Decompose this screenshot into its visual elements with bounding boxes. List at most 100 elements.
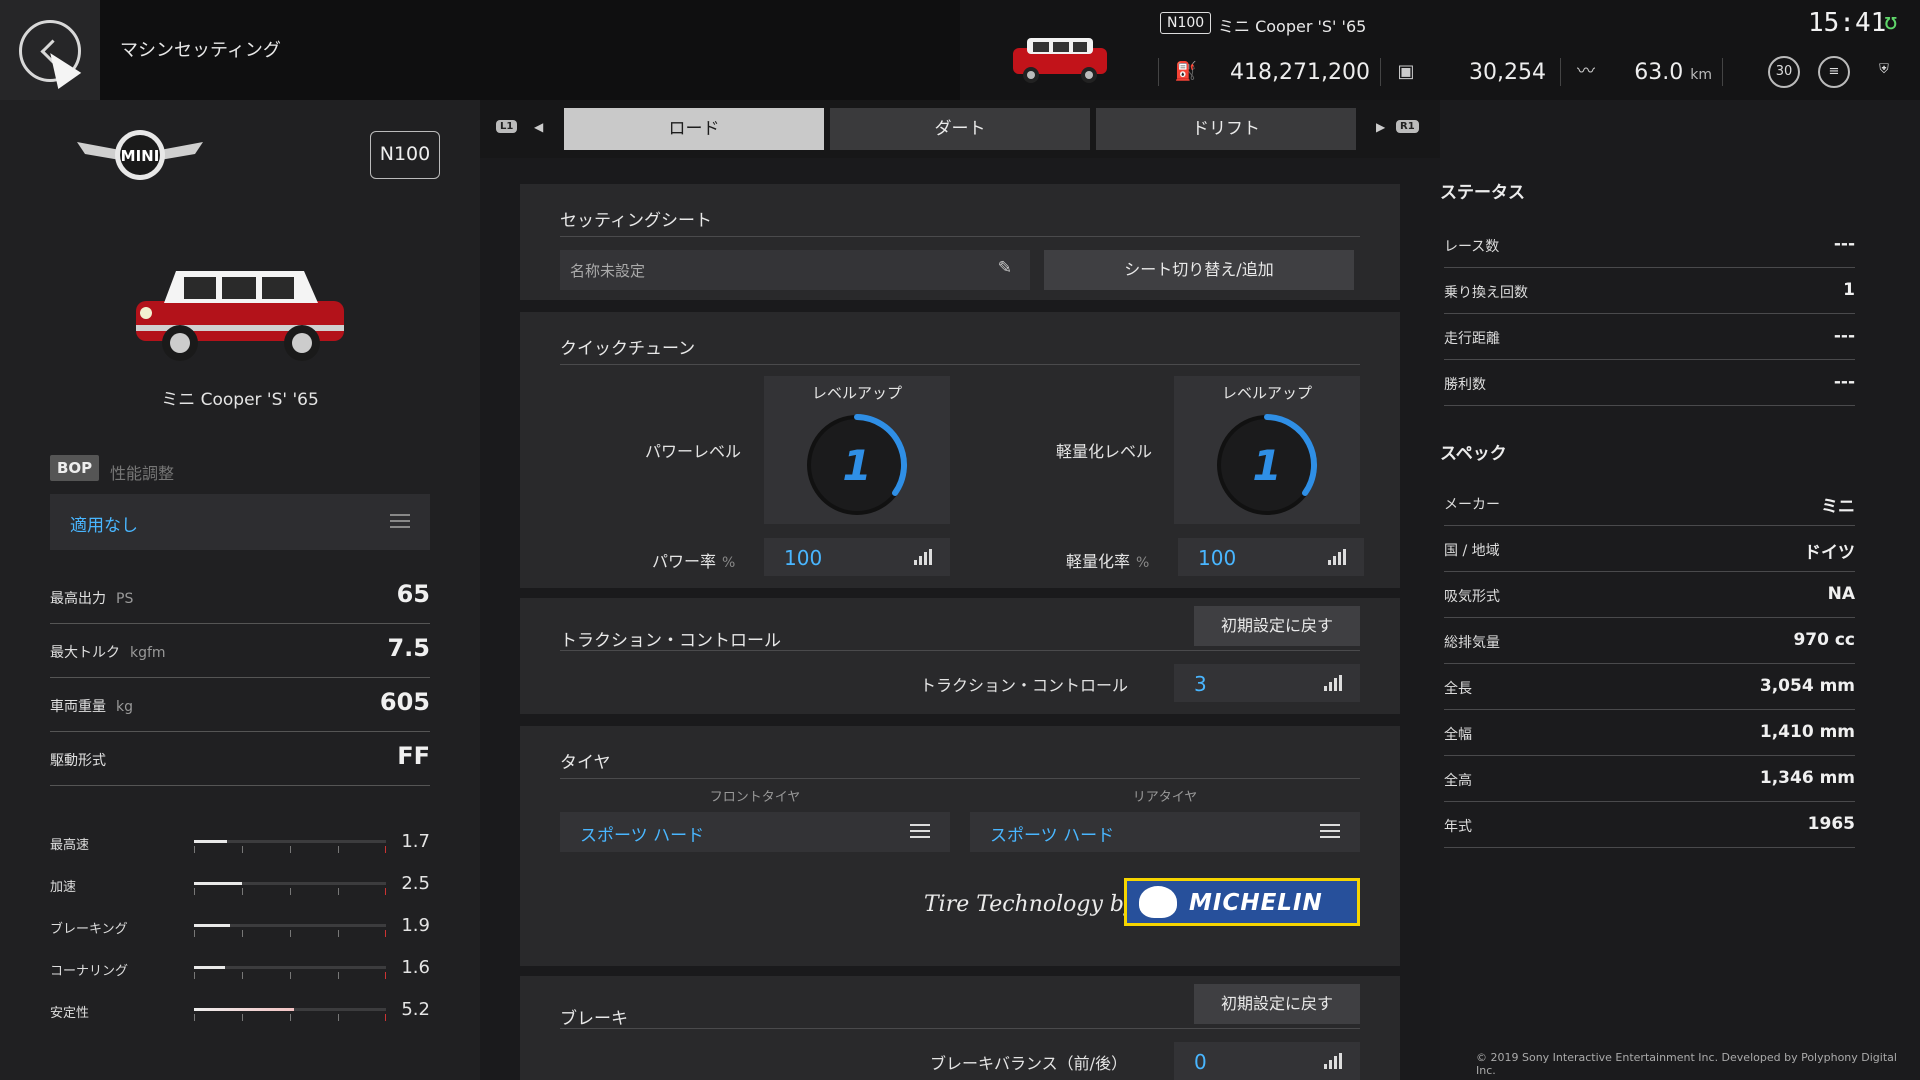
traction-reset-button[interactable]: 初期設定に戻す [1194,606,1360,646]
brake-balance-value: 0 [1194,1050,1207,1074]
traction-field[interactable]: 3 [1174,664,1360,702]
performance-bar-fill [194,924,231,927]
performance-ticks [194,888,386,896]
bars-icon [1324,1053,1342,1069]
spec-row: 全高 1,346 mm [1444,756,1855,802]
performance-row: 最高速 1.7 [50,828,430,862]
performance-bar [194,882,386,885]
divider [1560,58,1561,86]
status-title: ステータス [1440,183,1525,203]
divider [560,1028,1360,1029]
menu-icon [910,824,930,840]
spec-row: 年式 1965 [1444,802,1855,848]
tab-drift[interactable]: ドリフト [1096,108,1356,150]
divider [560,364,1360,365]
michelin-logo: MICHELIN [1124,878,1360,926]
traction-card: トラクション・コントロール 初期設定に戻す トラクション・コントロール 3 [520,598,1400,714]
rear-tire-select[interactable]: スポーツ ハード [970,812,1360,852]
tire-technology-text: Tire Technology by [924,892,1137,917]
power-dial-gauge: 1 [807,414,907,515]
spec-value: 1,346 mm [1759,768,1855,788]
r1-button[interactable]: R1 [1396,120,1419,133]
pencil-icon: ✎ [997,258,1012,278]
weight-level-label: 軽量化レベル [1056,442,1153,461]
spec-row: メーカー ミニ [1444,480,1855,526]
settings-area: セッティングシート 名称未設定 ✎ シート切り替え/追加 クイックチューン パワ… [480,158,1440,1080]
spec-key: メーカー [1444,497,1500,513]
spec-title: スペック [1440,444,1507,464]
spec-key: 全高 [1444,773,1472,789]
performance-label: ブレーキング [50,922,128,937]
traction-title: トラクション・コントロール [560,631,781,651]
screen-title: マシンセッティング [120,40,281,61]
brake-reset-button[interactable]: 初期設定に戻す [1194,984,1360,1024]
bop-tag: BOP [50,455,100,481]
spec-label-text: 駆動形式 [50,753,106,769]
menu-icon [1320,824,1340,840]
shield-icon[interactable]: ⛨ [1868,56,1900,88]
power-rate-text: パワー率 [652,552,717,571]
right-arrow-icon[interactable]: ▶ [1376,120,1385,134]
menu-icon [390,514,410,530]
divider [1158,58,1159,86]
spec-row: 国 / 地域 ドイツ [1444,526,1855,572]
sheet-name-text: 名称未設定 [570,262,646,280]
tires-title: タイヤ [560,753,611,773]
status-row: 勝利数 --- [1444,360,1855,406]
tab-dirt[interactable]: ダート [830,108,1090,150]
status-key: 乗り換え回数 [1444,285,1528,301]
clock: 15:41 [1808,8,1887,38]
performance-label: 加速 [50,880,77,895]
tab-road[interactable]: ロード [564,108,824,150]
mini-logo-text: MINI [121,147,160,165]
switch-sheet-button[interactable]: シート切り替え/追加 [1044,250,1354,290]
divider [1380,58,1381,86]
power-level-dial[interactable]: レベルアップ 1 [764,376,950,524]
bop-select-value: 適用なし [70,516,138,536]
sheet-name-field[interactable]: 名称未設定 ✎ [560,250,1030,290]
divider [560,778,1360,779]
status-spec-panel: ステータス レース数 --- 乗り換え回数 1 走行距離 --- 勝利数 --- スペック メ… [1440,100,1920,1080]
spec-label-text: 最高出力 [50,591,106,607]
spec-row: 全幅 1,410 mm [1444,710,1855,756]
menu-circle-icon[interactable]: ≡ [1818,56,1850,88]
spec-value: 3,054 mm [1759,676,1855,696]
status-value: 1 [1843,280,1855,300]
left-arrow-icon[interactable]: ◀ [534,120,543,134]
performance-value: 2.5 [401,873,430,894]
power-level-value: 1 [842,441,871,490]
spec-key: 全長 [1444,681,1472,697]
car-info-panel: MINI N100 ミニ Cooper 'S' '65 BOP 性能調整 適用な… [0,100,480,1080]
weight-level-dial[interactable]: レベルアップ 1 [1174,376,1360,524]
weight-rate-field[interactable]: 100 [1178,538,1364,576]
network-status-icon: ʊ [1884,10,1898,35]
car-name: ミニ Cooper 'S' '65 [161,390,319,410]
weight-rate-value: 100 [1198,546,1237,570]
l1-button[interactable]: L1 [496,120,518,133]
brake-card: ブレーキ 初期設定に戻す ブレーキバランス（前/後） 0 [520,976,1400,1080]
status-key: 勝利数 [1444,377,1486,393]
front-tire-select[interactable]: スポーツ ハード [560,812,950,852]
status-key: レース数 [1444,239,1500,255]
performance-ticks [194,972,386,980]
quick-tune-card: クイックチューン パワーレベル レベルアップ 1 パワー率% 100 軽量化レベ… [520,312,1400,588]
spec-row-torque: 最大トルク kgfm 7.5 [50,624,430,678]
spec-key: 国 / 地域 [1444,543,1500,559]
spec-key: 全幅 [1444,727,1472,743]
level-badge-icon[interactable]: 30 [1768,56,1800,88]
power-level-label: パワーレベル [645,442,742,461]
spec-row-power: 最高出力 PS 65 [50,570,430,624]
spec-unit: kgfm [130,645,166,661]
tires-card: タイヤ フロントタイヤ リアタイヤ スポーツ ハード スポーツ ハード Tire… [520,726,1400,966]
bop-select[interactable]: 適用なし [50,494,430,550]
odometer-value: 63.0 km [1620,60,1712,85]
performance-bar-fill [194,882,242,885]
back-button[interactable] [0,0,100,100]
divider [1722,58,1723,86]
brake-balance-field[interactable]: 0 [1174,1042,1360,1080]
spec-key: 総排気量 [1444,635,1500,651]
status-value: --- [1833,372,1855,392]
power-rate-field[interactable]: 100 [764,538,950,576]
spec-label: 最大トルク kgfm [50,642,166,662]
top-bar: マシンセッティング N100 ミニ Cooper 'S' '65 ⛽ 418,2… [0,0,1920,100]
